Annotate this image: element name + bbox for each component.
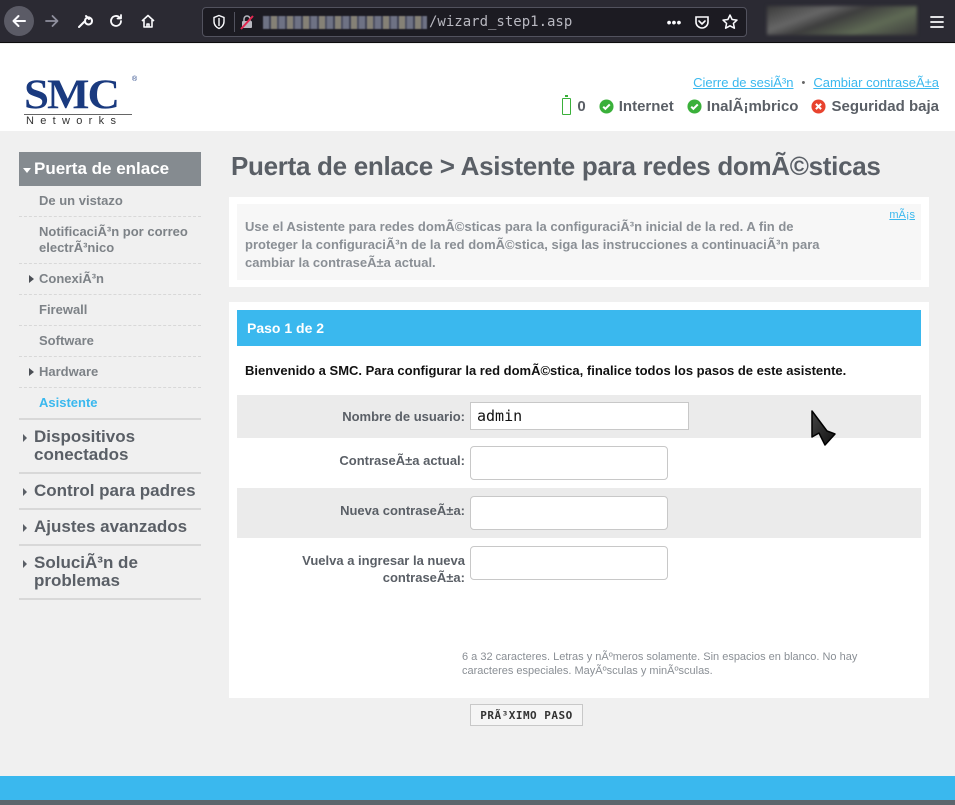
sidebar-item-label: Hardware [39,364,99,379]
next-step-button[interactable]: PRÃ³XIMO PASO [470,704,583,726]
sidebar-item-label: Ajustes avanzados [34,517,188,536]
sidebar-item-label: Firewall [39,302,88,317]
sidebar-section-label: Puerta de enlace [34,159,170,178]
home-button[interactable] [134,7,162,35]
page-actions-icon[interactable]: ••• [665,13,683,31]
new-password-row: Nueva contraseÃ±a: [237,488,921,538]
wrench-icon [78,15,93,28]
bookmark-star-icon[interactable] [721,13,739,31]
sidebar-item-label: Dispositivos conectados [34,427,136,464]
account-links: Cierre de sesiÃ³n • Cambiar contraseÃ±a [693,75,939,90]
page-title: Puerta de enlace > Asistente para redes … [231,151,881,181]
sidebar-item-connected-devices[interactable]: Dispositivos conectados [19,420,201,474]
security-status[interactable]: Seguridad baja [811,98,939,115]
security-label: Seguridad baja [831,98,939,115]
caret-right-icon [23,524,27,532]
sidebar-item-label: Asistente [39,395,98,410]
sidebar-item-email-notification[interactable]: NotificaciÃ³n por correo electrÃ³nico [19,217,201,264]
wireless-status[interactable]: InalÃ¡mbrico [687,98,799,115]
caret-down-icon [23,167,31,173]
username-input[interactable] [470,402,689,430]
current-password-label: ContraseÃ±a actual: [339,453,465,468]
caret-right-icon [29,275,34,283]
username-label: Nombre de usuario: [342,409,465,424]
caret-right-icon [23,434,27,442]
tools-button[interactable] [70,7,98,35]
sidebar-section-gateway[interactable]: Puerta de enlace [19,152,201,186]
address-separator [234,12,235,32]
wireless-label: InalÃ¡mbrico [706,98,799,115]
battery-status: 0 [562,95,586,115]
sidebar-item-label: SoluciÃ³n de problemas [34,553,138,590]
sidebar-item-troubleshooting[interactable]: SoluciÃ³n de problemas [19,546,201,600]
home-icon [141,14,155,28]
footer-bar [0,776,955,800]
welcome-text: Bienvenido a SMC. Para configurar la red… [245,363,847,378]
step-header: Paso 1 de 2 [237,310,921,346]
page-header: SMC ® Networks Cierre de sesiÃ³n • Cambi… [0,44,955,131]
redacted-host [263,16,427,29]
reload-button[interactable] [102,7,130,35]
current-password-input[interactable] [470,446,668,480]
battery-count: 0 [577,98,586,115]
logo-subtext: Networks [26,115,123,127]
sidebar-item-label: De un vistazo [39,193,123,208]
battery-icon [562,95,572,115]
arrow-right-icon [45,15,59,27]
info-box: Use el Asistente para redes domÃ©sticas … [237,204,921,280]
hamburger-menu-icon[interactable] [926,11,948,33]
sidebar-item-advanced-settings[interactable]: Ajustes avanzados [19,510,201,546]
sidebar-nav: Puerta de enlace De un vistazo Notificac… [19,152,201,600]
footer-strip [0,800,955,805]
caret-right-icon [29,368,34,376]
wizard-form-card: Paso 1 de 2 Bienvenido a SMC. Para confi… [229,302,929,726]
error-circle-icon [811,99,826,114]
pocket-icon[interactable] [693,13,711,31]
redacted-profile-area [767,6,917,35]
internet-label: Internet [618,98,674,115]
sidebar-item-wizard[interactable]: Asistente [19,388,201,420]
sidebar-item-software[interactable]: Software [19,326,201,357]
new-password-label: Nueva contraseÃ±a: [340,503,465,518]
internet-status[interactable]: Internet [599,98,674,115]
logo-text: SMC [24,70,120,118]
info-card: Use el Asistente para redes domÃ©sticas … [229,197,929,287]
smc-logo: SMC ® Networks [24,70,138,128]
confirm-password-input[interactable] [470,546,668,580]
confirm-password-label: Vuelva a ingresar la nueva contraseÃ±a: [302,553,465,585]
sidebar-item-firewall[interactable]: Firewall [19,295,201,326]
insecure-lock-icon[interactable] [239,14,255,30]
more-link[interactable]: mÃ¡s [889,209,915,221]
sidebar-item-label: Software [39,333,94,348]
sidebar-item-label: ConexiÃ³n [39,271,104,286]
link-separator: • [801,76,806,89]
sidebar-item-connection[interactable]: ConexiÃ³n [19,264,201,295]
change-password-link[interactable]: Cambiar contraseÃ±a [813,75,939,90]
status-bar: 0 Internet InalÃ¡mbrico Seguridad baja [562,95,939,115]
logout-link[interactable]: Cierre de sesiÃ³n [693,75,793,90]
url-path[interactable]: /wizard_step1.asp [429,14,572,30]
address-bar[interactable]: /wizard_step1.asp ••• [202,7,747,37]
back-button[interactable] [4,6,34,36]
new-password-input[interactable] [470,496,668,530]
mouse-cursor-icon [811,410,836,446]
caret-right-icon [23,488,27,496]
arrow-left-icon [12,15,26,27]
confirm-password-row: Vuelva a ingresar la nueva contraseÃ±a: [237,538,921,588]
caret-right-icon [23,560,27,568]
reload-icon [110,14,122,27]
forward-button[interactable] [38,7,66,35]
sidebar-item-label: Control para padres [34,481,196,500]
check-circle-icon [599,99,614,114]
sidebar-item-hardware[interactable]: Hardware [19,357,201,388]
browser-toolbar: /wizard_step1.asp ••• [0,0,955,43]
info-text: Use el Asistente para redes domÃ©sticas … [245,219,820,270]
sidebar-item-at-a-glance[interactable]: De un vistazo [19,186,201,217]
password-hint: 6 a 32 caracteres. Letras y nÃºmeros sol… [462,651,858,677]
shield-icon[interactable] [211,14,227,30]
sidebar-item-parental-control[interactable]: Control para padres [19,474,201,510]
check-circle-icon [687,99,702,114]
sidebar-item-label: NotificaciÃ³n por correo electrÃ³nico [39,224,188,255]
registered-mark: ® [132,76,138,83]
